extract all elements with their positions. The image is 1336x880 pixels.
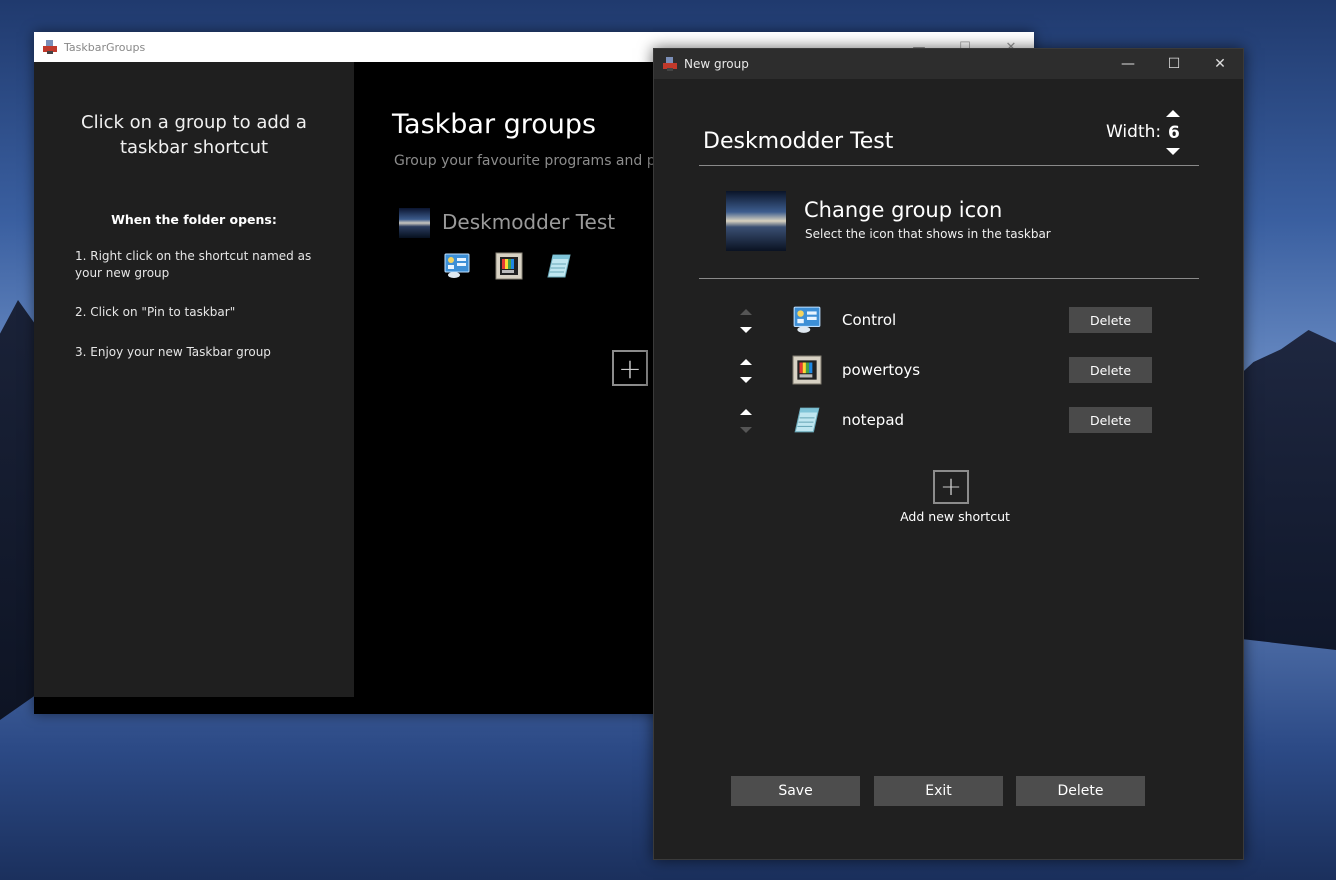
change-group-icon-hint: Select the icon that shows in the taskba… [805,227,1051,241]
dialog-title: New group [684,57,749,71]
instruction-step-2: 2. Click on "Pin to taskbar" [75,305,236,319]
shortcut-row: Control Delete [654,306,1243,347]
shortcut-row: notepad Delete [654,407,1243,447]
move-down-icon[interactable] [740,377,752,383]
add-shortcut-label[interactable]: Add new shortcut [900,509,1010,524]
shortcut-row: powertoys Delete [654,355,1243,397]
control-panel-icon [444,253,470,278]
width-label: Width: [1106,122,1162,142]
group-icon-preview[interactable] [726,191,786,251]
notepad-icon [794,407,820,433]
control-panel-icon [793,306,821,333]
page-title: Taskbar groups [392,109,597,140]
icon-divider [699,278,1199,279]
move-up-icon [740,309,752,315]
add-shortcut-button[interactable]: + [933,470,969,504]
delete-shortcut-button[interactable]: Delete [1069,307,1152,333]
shortcut-name: Control [842,311,897,329]
move-down-icon [740,427,752,433]
sidebar-heading: Click on a group to add a taskbar shortc… [81,112,307,158]
dialog-maximize-button[interactable]: ☐ [1151,49,1197,79]
window-title: TaskbarGroups [64,40,146,54]
move-up-icon[interactable] [740,409,752,415]
delete-shortcut-button[interactable]: Delete [1069,407,1152,433]
delete-shortcut-button[interactable]: Delete [1069,357,1152,383]
save-button[interactable]: Save [731,776,860,806]
name-divider [699,165,1199,166]
group-entry-name[interactable]: Deskmodder Test [442,210,615,234]
instructions-sidebar: Click on a group to add a taskbar shortc… [34,62,354,697]
instruction-step-3: 3. Enjoy your new Taskbar group [75,345,271,359]
move-down-icon[interactable] [740,327,752,333]
width-decrease-icon[interactable] [1166,148,1180,155]
app-icon [663,57,677,71]
shortcut-name: notepad [842,411,905,429]
shortcut-name: powertoys [842,361,921,379]
instruction-step-1: 1. Right click on the shortcut named as … [75,249,312,280]
change-group-icon-label[interactable]: Change group icon [804,198,1002,222]
dialog-titlebar[interactable]: New group — ☐ ✕ [654,49,1243,79]
powertoys-icon [495,252,523,280]
folder-opens-title: When the folder opens: [111,212,277,227]
exit-button[interactable]: Exit [874,776,1003,806]
width-value: 6 [1168,123,1180,143]
dialog-minimize-button[interactable]: — [1105,49,1151,79]
notepad-icon [547,254,571,278]
dialog-close-button[interactable]: ✕ [1197,49,1243,79]
width-increase-icon[interactable] [1166,110,1180,117]
add-group-button[interactable]: + [612,350,648,386]
group-name-input[interactable]: Deskmodder Test [703,129,893,154]
delete-group-button[interactable]: Delete [1016,776,1145,806]
group-landscape-icon[interactable] [399,208,430,238]
app-icon [43,40,57,54]
new-group-dialog: New group — ☐ ✕ Deskmodder Test Width: 6… [653,48,1244,860]
powertoys-icon [792,355,822,385]
move-up-icon[interactable] [740,359,752,365]
